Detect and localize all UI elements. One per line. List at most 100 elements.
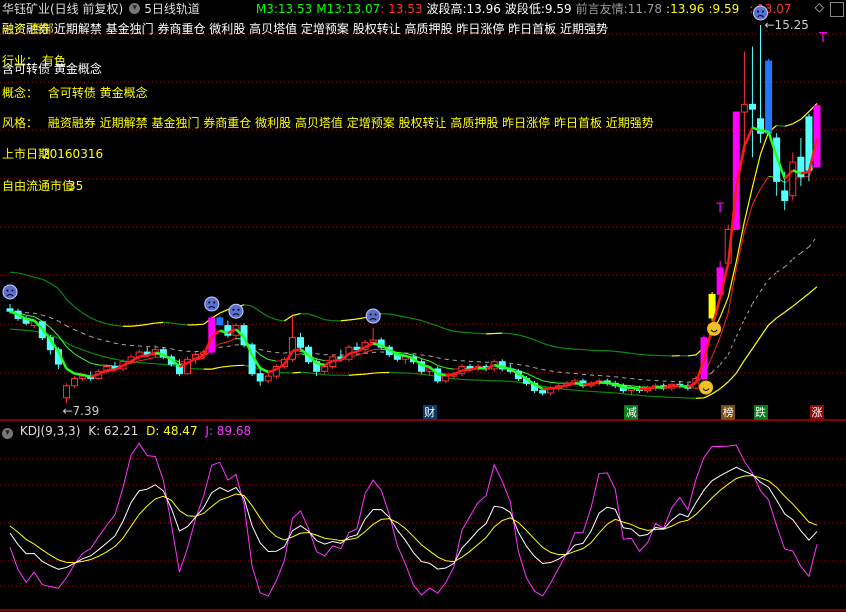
candle-body [297,337,305,348]
float-value: 35 [68,179,84,193]
middle-dashed-line [655,380,664,382]
concept-value: 含可转债 黄金概念 [47,86,148,100]
upper-band-line [453,330,462,333]
ma-thick-line [445,373,454,377]
upper-band-line [510,333,519,336]
upper-band-line [615,350,624,353]
sad-face-eye [757,10,760,13]
event-marker[interactable]: 财 [422,405,437,420]
middle-dashed-line [114,342,124,346]
middle-dashed-line [26,312,35,314]
ma-thick-line [25,317,35,322]
lower-band-line [219,365,228,368]
ma-thin-line [711,336,721,357]
middle-dashed-line [719,354,729,365]
t-marker: T [818,31,827,46]
ma-thin-line [735,231,745,269]
upper-band-line [623,351,632,354]
ma-thick-line [679,384,689,389]
float-row: 自由流通市值35 [2,177,83,194]
sad-face-eye [762,10,765,13]
industry-overlap: 含可转债 黄金概念 [2,62,102,76]
kdj-menu-icon[interactable]: ▾ [2,428,13,439]
sad-face-icon [228,303,244,319]
event-marker[interactable]: 涨 [810,405,824,420]
upper-band-line [179,323,188,326]
ma-thin-line [227,337,237,343]
upper-band-line [719,296,729,318]
lower-band-line [510,380,519,383]
lower-band-line [421,373,430,376]
event-marker[interactable]: 跌 [753,405,768,420]
lower-band-line [324,374,333,376]
ma-thin-line [66,346,75,355]
middle-dashed-line [566,372,575,374]
ma-thick-line [663,384,672,389]
lower-band-line [558,388,567,391]
kdj-k-value: K: 62.21 [88,424,139,438]
ma-thin-line [49,327,59,337]
middle-dashed-line [429,355,438,359]
upper-band-line [259,311,269,318]
concept-label: 概念： [2,86,39,100]
lower-band-line [719,381,729,390]
ma-thin-line [550,381,559,384]
ma-thick-line [606,381,616,386]
lower-band-line [292,371,301,374]
upper-band-line [759,131,770,155]
upper-band-line [607,350,616,352]
candle-body [789,161,797,197]
upper-band-line [631,352,640,355]
middle-dashed-line [179,350,188,352]
event-marker[interactable]: 减 [624,405,639,420]
ma-thin-line [74,353,83,360]
lower-band-line [66,342,75,348]
ma-thick-line [437,372,446,377]
middle-dashed-line [122,344,132,346]
middle-dashed-line [510,362,519,365]
candle-body [71,378,79,387]
upper-band-line [90,317,100,323]
middle-dashed-line [623,377,632,380]
middle-dashed-line [106,340,116,344]
upper-band-line [211,312,221,319]
lower-band-line [356,373,366,376]
upper-band-line [147,322,156,325]
ma-thick-line [259,367,269,374]
ma-thin-line [445,367,454,370]
smile-face-icon [699,380,714,395]
ma-thick-line [397,353,406,357]
upper-band-line [34,276,43,280]
ma-thin-line [631,385,640,388]
upper-band-line [268,316,277,321]
upper-band-line [276,319,285,322]
lower-band-line [623,393,632,396]
lower-band-line [703,393,713,399]
kdj-j-value: J: 89.68 [205,424,252,438]
upper-band-line [502,332,511,335]
middle-dashed-line [711,364,721,373]
upper-band-line [558,346,567,350]
lower-band-line [373,371,382,374]
middle-dashed-line [752,290,761,305]
middle-dashed-line [219,345,228,348]
upper-band-line [437,325,447,330]
middle-dashed-line [90,336,99,340]
upper-band-line [469,332,479,334]
middle-dashed-line [582,373,592,376]
sad-face-icon [753,5,769,21]
lower-band-line [735,360,745,374]
middle-dashed-line [421,354,430,357]
lower-band-line [316,373,325,376]
lower-band-line [139,362,148,364]
ma-thin-line [316,358,325,362]
lower-band-line [743,348,753,361]
upper-band-line [98,320,108,325]
style-value: 融资融券 近期解禁 基金独门 券商重仓 微利股 高贝塔值 定增预案 股权转让 高… [47,116,654,130]
upper-band-line [526,336,535,341]
upper-band-line [308,313,317,318]
event-marker[interactable]: 榜 [721,405,736,420]
kdj-k-line [9,466,818,570]
middle-dashed-line [74,329,83,334]
middle-dashed-line [558,371,567,374]
